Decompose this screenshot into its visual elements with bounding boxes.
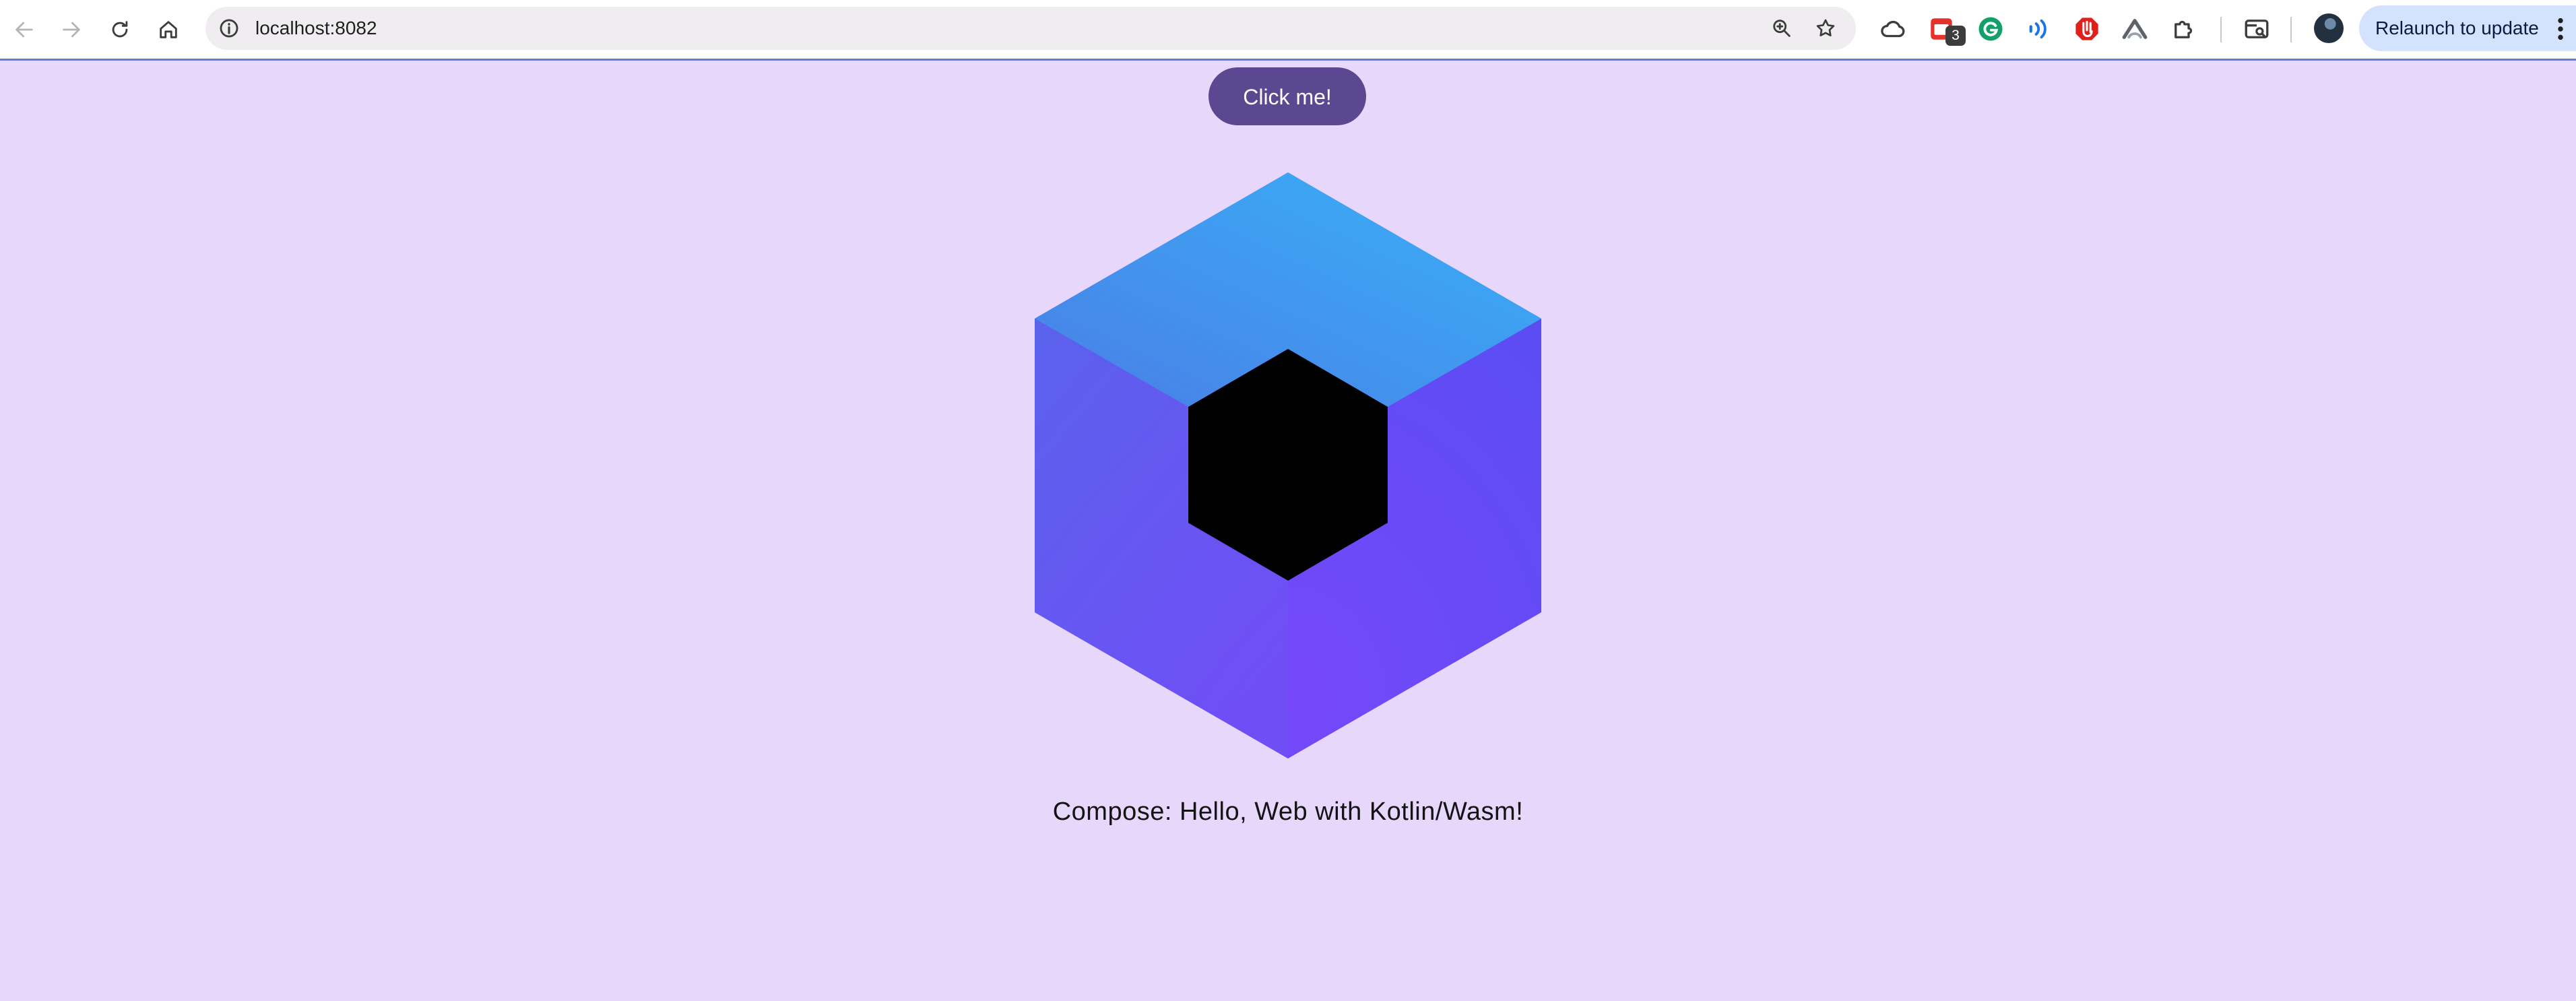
extensions-button[interactable] <box>2170 15 2198 43</box>
relaunch-to-update-button[interactable]: Relaunch to update <box>2359 5 2576 51</box>
back-arrow-icon <box>15 22 33 38</box>
site-info-icon[interactable] <box>218 17 240 40</box>
block-extension-icon <box>2075 18 2098 40</box>
extension-badge: 3 <box>1945 26 1966 46</box>
relaunch-label: Relaunch to update <box>2375 18 2539 38</box>
browser-toolbar: localhost:8082 3 Relaunch to update <box>0 0 2576 61</box>
more-vert-icon[interactable] <box>2557 18 2564 40</box>
arc-extension-icon <box>2122 19 2148 39</box>
zoom-icon[interactable] <box>1770 17 1793 40</box>
back-button[interactable] <box>6 11 42 48</box>
puzzle-icon <box>2175 20 2193 38</box>
toolbar-separator <box>2220 17 2222 42</box>
forward-button[interactable] <box>53 11 90 48</box>
url-text[interactable]: localhost:8082 <box>255 7 377 50</box>
tab-search-button[interactable] <box>2243 15 2271 43</box>
address-bar[interactable]: localhost:8082 <box>205 7 1856 50</box>
forward-arrow-icon <box>63 22 80 38</box>
grammarly-icon <box>1978 17 2003 41</box>
wave-extension-icon <box>2029 19 2047 39</box>
toolbar-separator <box>2290 17 2292 42</box>
profile-avatar[interactable] <box>2314 13 2344 43</box>
home-icon <box>160 21 177 38</box>
reload-button[interactable] <box>102 11 138 48</box>
reload-icon <box>112 21 128 38</box>
compose-logo <box>1035 172 1541 758</box>
home-button[interactable] <box>150 11 187 48</box>
cloud-icon <box>1881 20 1905 38</box>
tab-search-icon <box>2245 20 2269 38</box>
click-me-button[interactable]: Click me! <box>1209 67 1366 125</box>
cloud-extension-button[interactable] <box>1879 15 1907 43</box>
grammarly-extension-button[interactable] <box>1976 15 2005 43</box>
arc-extension-button[interactable] <box>2121 15 2149 43</box>
wave-extension-button[interactable] <box>2025 15 2053 43</box>
greeting-text: Compose: Hello, Web with Kotlin/Wasm! <box>1052 798 1524 826</box>
star-icon[interactable] <box>1814 17 1837 40</box>
block-extension-button[interactable] <box>2073 15 2101 43</box>
